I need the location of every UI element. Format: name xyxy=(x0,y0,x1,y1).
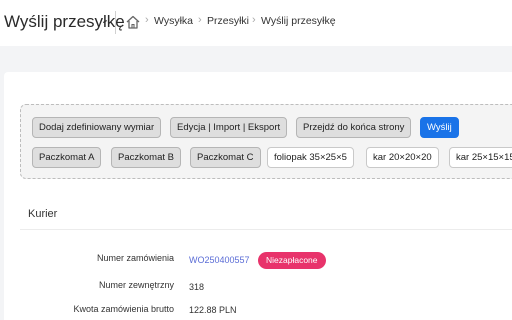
breadcrumb-item-current: Wyślij przesyłkę xyxy=(261,15,336,27)
gross-amount-label: Kwota zamówienia brutto xyxy=(73,304,174,314)
breadcrumb-item-przesylki[interactable]: Przesyłki xyxy=(207,15,249,27)
send-button[interactable]: Wyślij xyxy=(420,117,459,138)
breadcrumb-separator: › xyxy=(252,14,256,26)
page-title: Wyślij przesyłkę xyxy=(4,12,125,31)
breadcrumb-separator: › xyxy=(145,14,149,26)
external-number-label: Numer zewnętrzny xyxy=(98,280,174,290)
gross-amount-value: 122.88 PLN xyxy=(189,305,237,315)
add-defined-dimension-button[interactable]: Dodaj zdefiniowany wymiar xyxy=(32,117,162,138)
preset-paczkomat-c-button[interactable]: Paczkomat C xyxy=(190,147,261,168)
section-divider xyxy=(20,229,512,230)
external-number-value: 318 xyxy=(189,282,205,292)
payment-status-badge: Niezapłacone xyxy=(258,252,326,269)
order-number-link[interactable]: WO250400557 xyxy=(189,255,250,265)
preset-kar-25-button[interactable]: kar 25×15×15 xyxy=(449,147,512,168)
home-icon[interactable] xyxy=(125,14,141,30)
title-divider xyxy=(115,11,116,34)
scroll-to-bottom-button[interactable]: Przejdź do końca strony xyxy=(296,117,412,138)
edit-import-export-button[interactable]: Edycja | Import | Eksport xyxy=(170,117,288,138)
preset-foliopak-button[interactable]: foliopak 35×25×5 xyxy=(267,147,354,168)
order-number-label: Numer zamówienia xyxy=(96,253,174,263)
top-bar: Wyślij przesyłkę › Wysyłka › Przesyłki ›… xyxy=(0,0,512,46)
breadcrumb-item-wysylka[interactable]: Wysyłka xyxy=(154,15,193,27)
section-title-kurier: Kurier xyxy=(28,208,58,220)
preset-paczkomat-b-button[interactable]: Paczkomat B xyxy=(111,147,181,168)
preset-paczkomat-a-button[interactable]: Paczkomat A xyxy=(32,147,102,168)
breadcrumb-separator: › xyxy=(198,14,202,26)
preset-kar-20-button[interactable]: kar 20×20×20 xyxy=(366,147,439,168)
